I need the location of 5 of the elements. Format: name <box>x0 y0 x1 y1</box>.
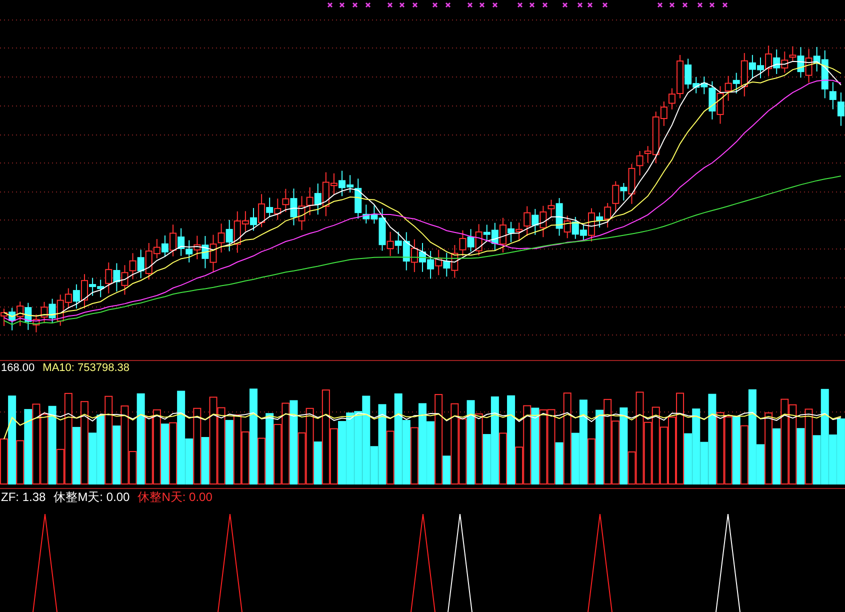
legend-label: MA10: 753798.38 <box>42 361 130 376</box>
legend-label: 休整M天: 0.00 <box>54 489 130 506</box>
legend-label: ZF: 1.38 <box>1 489 46 506</box>
legend-label: 休整N天: 0.00 <box>138 489 212 506</box>
legend-label: 168.00 <box>1 361 35 376</box>
